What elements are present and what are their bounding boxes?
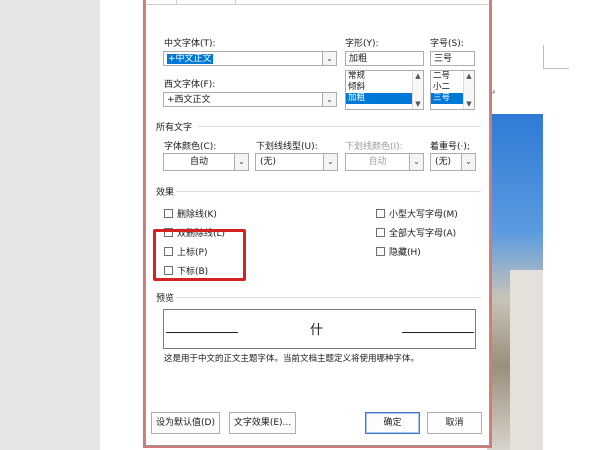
underline-color-select[interactable]: 自动 ⌄ bbox=[345, 153, 424, 171]
all-caps-checkbox[interactable]: 全部大写字母(A) bbox=[376, 226, 456, 239]
emphasis-label: 着重号(·); bbox=[430, 142, 470, 152]
chevron-down-icon[interactable]: ⌄ bbox=[322, 52, 336, 65]
scroll-down-icon[interactable]: ▼ bbox=[464, 99, 474, 109]
chinese-font-label: 中文字体(T): bbox=[164, 39, 216, 49]
checkbox-box[interactable] bbox=[164, 209, 173, 218]
checkbox-label: 删除线(K) bbox=[177, 210, 217, 220]
font-dialog: 中文字体(T): +中文正文 ⌄ 字形(Y): 加粗 常规 倾斜 加粗 ▲ ▼ … bbox=[145, 0, 490, 446]
font-size-label: 字号(S): bbox=[430, 39, 464, 49]
scroll-down-icon[interactable]: ▼ bbox=[413, 99, 423, 109]
preview-rule bbox=[166, 332, 238, 333]
margin-marker bbox=[543, 45, 544, 69]
scroll-up-icon[interactable]: ▲ bbox=[464, 71, 474, 81]
font-size-value: 三号 bbox=[434, 54, 453, 64]
chevron-down-icon[interactable]: ⌄ bbox=[461, 154, 475, 170]
tab-advanced[interactable] bbox=[176, 0, 236, 5]
checkbox-label: 隐藏(H) bbox=[389, 248, 421, 258]
preview-heading: 预览 bbox=[156, 294, 175, 304]
font-style-list[interactable]: 常规 倾斜 加粗 ▲ ▼ bbox=[345, 70, 424, 110]
underline-style-label: 下划线线型(U): bbox=[256, 142, 318, 152]
scrollbar[interactable]: ▲ ▼ bbox=[463, 71, 474, 109]
western-font-value: +西文正文 bbox=[167, 95, 211, 105]
chevron-down-icon[interactable]: ⌄ bbox=[322, 93, 336, 106]
chinese-font-value: +中文正文 bbox=[167, 54, 213, 64]
western-font-label: 西文字体(F): bbox=[164, 80, 216, 90]
underline-color-value: 自动 bbox=[368, 157, 387, 167]
margin-marker bbox=[543, 68, 569, 69]
preview-box: 什 bbox=[163, 309, 476, 349]
small-caps-checkbox[interactable]: 小型大写字母(M) bbox=[376, 207, 458, 220]
document-photo-detail bbox=[510, 270, 543, 450]
chevron-down-icon[interactable]: ⌄ bbox=[409, 154, 423, 170]
checkbox-box[interactable] bbox=[376, 228, 385, 237]
strikethrough-checkbox[interactable]: 删除线(K) bbox=[164, 207, 217, 220]
chevron-down-icon[interactable]: ⌄ bbox=[234, 154, 248, 170]
chevron-down-icon[interactable]: ⌄ bbox=[323, 154, 337, 170]
preview-rule bbox=[402, 332, 474, 333]
checkbox-box[interactable] bbox=[376, 247, 385, 256]
divider bbox=[176, 191, 481, 192]
hidden-checkbox[interactable]: 隐藏(H) bbox=[376, 245, 421, 258]
set-default-button[interactable]: 设为默认值(D) bbox=[151, 412, 220, 434]
underline-color-label: 下划线颜色(I): bbox=[345, 142, 403, 152]
emphasis-select[interactable]: (无) ⌄ bbox=[430, 153, 476, 171]
cancel-button[interactable]: 取消 bbox=[427, 412, 482, 434]
chinese-font-select[interactable]: +中文正文 ⌄ bbox=[163, 51, 337, 66]
ok-button[interactable]: 确定 bbox=[365, 412, 420, 434]
font-color-select[interactable]: 自动 ⌄ bbox=[163, 153, 249, 171]
scrollbar[interactable]: ▲ ▼ bbox=[412, 71, 423, 109]
effects-heading: 效果 bbox=[156, 188, 175, 198]
western-font-select[interactable]: +西文正文 ⌄ bbox=[163, 92, 337, 107]
text-effects-button[interactable]: 文字效果(E)... bbox=[229, 412, 296, 434]
divider bbox=[198, 126, 481, 127]
annotation-highlight-box bbox=[153, 229, 246, 281]
font-style-label: 字形(Y): bbox=[345, 39, 379, 49]
checkbox-box[interactable] bbox=[376, 209, 385, 218]
all-text-heading: 所有文字 bbox=[156, 123, 193, 133]
font-style-input[interactable]: 加粗 bbox=[345, 51, 424, 66]
scroll-up-icon[interactable]: ▲ bbox=[413, 71, 423, 81]
font-size-list[interactable]: 二号 小二 三号 ▲ ▼ bbox=[430, 70, 475, 110]
underline-style-select[interactable]: (无) ⌄ bbox=[255, 153, 338, 171]
font-size-input[interactable]: 三号 bbox=[430, 51, 475, 66]
font-color-label: 字体颜色(C): bbox=[164, 142, 217, 152]
font-color-value: 自动 bbox=[189, 157, 208, 167]
font-style-value: 加粗 bbox=[349, 54, 368, 64]
preview-char: 什 bbox=[310, 323, 324, 338]
checkbox-label: 小型大写字母(M) bbox=[389, 210, 458, 220]
divider bbox=[176, 297, 481, 298]
emphasis-value: (无) bbox=[435, 157, 452, 167]
checkbox-label: 全部大写字母(A) bbox=[389, 229, 457, 239]
underline-style-value: (无) bbox=[260, 157, 277, 167]
preview-note: 这是用于中文的正文主题字体。当前文档主题定义将使用哪种字体。 bbox=[164, 354, 420, 364]
